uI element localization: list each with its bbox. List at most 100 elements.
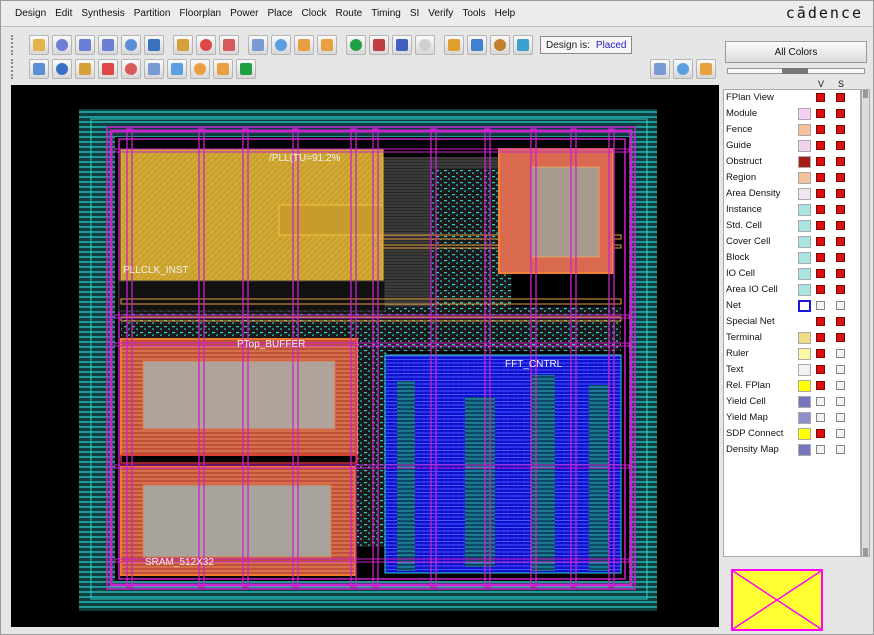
menu-synthesis[interactable]: Synthesis xyxy=(81,8,124,19)
visible-checkbox[interactable] xyxy=(816,269,825,278)
menu-help[interactable]: Help xyxy=(495,8,516,19)
selectable-checkbox[interactable] xyxy=(836,221,845,230)
visible-checkbox[interactable] xyxy=(816,125,825,134)
opacity-slider[interactable] xyxy=(727,68,865,74)
selectable-checkbox[interactable] xyxy=(836,205,845,214)
layer-row-guide[interactable]: Guide xyxy=(724,138,860,154)
visible-checkbox[interactable] xyxy=(816,381,825,390)
visible-checkbox[interactable] xyxy=(816,141,825,150)
layer-color-swatch[interactable] xyxy=(798,140,811,152)
stretch-icon[interactable] xyxy=(213,59,233,79)
amoeba-view-icon[interactable] xyxy=(673,59,693,79)
layer-color-swatch[interactable] xyxy=(798,156,811,168)
selectable-checkbox[interactable] xyxy=(836,381,845,390)
select-icon[interactable] xyxy=(271,35,291,55)
zoom-in-icon[interactable] xyxy=(52,35,72,55)
layer-row-density-map[interactable]: Density Map xyxy=(724,442,860,458)
selectable-checkbox[interactable] xyxy=(836,269,845,278)
layer-color-swatch[interactable] xyxy=(798,428,811,440)
redo-icon[interactable] xyxy=(317,35,337,55)
pan-icon[interactable] xyxy=(52,59,72,79)
cross-probe-icon[interactable] xyxy=(513,35,533,55)
layer-color-swatch[interactable] xyxy=(798,172,811,184)
selectable-checkbox[interactable] xyxy=(836,173,845,182)
redraw-icon[interactable] xyxy=(173,35,193,55)
fplan-view-icon[interactable] xyxy=(650,59,670,79)
layer-color-swatch[interactable] xyxy=(798,108,811,120)
menu-route[interactable]: Route xyxy=(336,8,363,19)
layer-color-swatch[interactable] xyxy=(798,444,811,456)
layer-row-yield-map[interactable]: Yield Map xyxy=(724,410,860,426)
layer-row-fence[interactable]: Fence xyxy=(724,122,860,138)
visible-checkbox[interactable] xyxy=(816,253,825,262)
report-icon[interactable] xyxy=(444,35,464,55)
visible-checkbox[interactable] xyxy=(816,157,825,166)
visible-checkbox[interactable] xyxy=(816,317,825,326)
menu-verify[interactable]: Verify xyxy=(428,8,453,19)
visible-checkbox[interactable] xyxy=(816,397,825,406)
selectable-checkbox[interactable] xyxy=(836,189,845,198)
color-highlight-icon[interactable] xyxy=(196,35,216,55)
visible-checkbox[interactable] xyxy=(816,365,825,374)
menu-tools[interactable]: Tools xyxy=(462,8,485,19)
menu-timing[interactable]: Timing xyxy=(371,8,401,19)
info-icon[interactable] xyxy=(392,35,412,55)
selectable-checkbox[interactable] xyxy=(836,333,845,342)
selectable-checkbox[interactable] xyxy=(836,93,845,102)
layer-row-region[interactable]: Region xyxy=(724,170,860,186)
layer-color-swatch[interactable] xyxy=(798,412,811,424)
selectable-checkbox[interactable] xyxy=(836,413,845,422)
visible-checkbox[interactable] xyxy=(816,109,825,118)
add-block-icon[interactable] xyxy=(98,59,118,79)
layer-row-cover-cell[interactable]: Cover Cell xyxy=(724,234,860,250)
zoom-select-icon[interactable] xyxy=(144,35,164,55)
visible-checkbox[interactable] xyxy=(816,189,825,198)
selectable-checkbox[interactable] xyxy=(836,429,845,438)
selectable-checkbox[interactable] xyxy=(836,125,845,134)
menu-si[interactable]: SI xyxy=(410,8,419,19)
layer-color-swatch[interactable] xyxy=(798,332,811,344)
layer-color-swatch[interactable] xyxy=(798,396,811,408)
physical-view-icon[interactable] xyxy=(696,59,716,79)
add-pin-icon[interactable] xyxy=(121,59,141,79)
visible-checkbox[interactable] xyxy=(816,173,825,182)
ruler-icon[interactable] xyxy=(248,35,268,55)
layer-row-special-net[interactable]: Special Net xyxy=(724,314,860,330)
layer-color-swatch[interactable] xyxy=(798,220,811,232)
layer-row-area-density[interactable]: Area Density xyxy=(724,186,860,202)
zoom-area-icon[interactable] xyxy=(98,35,118,55)
visible-checkbox[interactable] xyxy=(816,413,825,422)
selectable-checkbox[interactable] xyxy=(836,157,845,166)
layer-color-swatch[interactable] xyxy=(798,252,811,264)
menu-design[interactable]: Design xyxy=(15,8,46,19)
layer-color-swatch[interactable] xyxy=(798,188,811,200)
layer-row-terminal[interactable]: Terminal xyxy=(724,330,860,346)
layer-row-instance[interactable]: Instance xyxy=(724,202,860,218)
selectable-checkbox[interactable] xyxy=(836,141,845,150)
layer-row-block[interactable]: Block xyxy=(724,250,860,266)
layer-color-swatch[interactable] xyxy=(798,380,811,392)
menu-clock[interactable]: Clock xyxy=(302,8,327,19)
layer-row-module[interactable]: Module xyxy=(724,106,860,122)
layer-row-rel-fplan[interactable]: Rel. FPlan xyxy=(724,378,860,394)
layout-canvas[interactable]: /PLL(TU=91.2% PLLCLK_INST PTop_BUFFER FFT_C… xyxy=(11,85,719,627)
merge-icon[interactable] xyxy=(167,59,187,79)
visible-checkbox[interactable] xyxy=(816,93,825,102)
layer-row-yield-cell[interactable]: Yield Cell xyxy=(724,394,860,410)
layer-color-swatch[interactable] xyxy=(798,236,811,248)
visible-checkbox[interactable] xyxy=(816,205,825,214)
layer-color-swatch[interactable] xyxy=(798,348,811,360)
menu-power[interactable]: Power xyxy=(230,8,258,19)
visible-checkbox[interactable] xyxy=(816,237,825,246)
cut-icon[interactable] xyxy=(190,59,210,79)
open-folder-icon[interactable] xyxy=(29,35,49,55)
edit-wire-icon[interactable] xyxy=(75,59,95,79)
slider-thumb[interactable] xyxy=(782,68,808,74)
wire-edit-icon[interactable] xyxy=(490,35,510,55)
toolbar-handle[interactable] xyxy=(11,59,17,79)
zoom-out-icon[interactable] xyxy=(75,35,95,55)
selectable-checkbox[interactable] xyxy=(836,349,845,358)
layer-list-scrollbar[interactable] xyxy=(861,89,870,557)
layer-color-swatch[interactable] xyxy=(798,284,811,296)
visible-checkbox[interactable] xyxy=(816,445,825,454)
